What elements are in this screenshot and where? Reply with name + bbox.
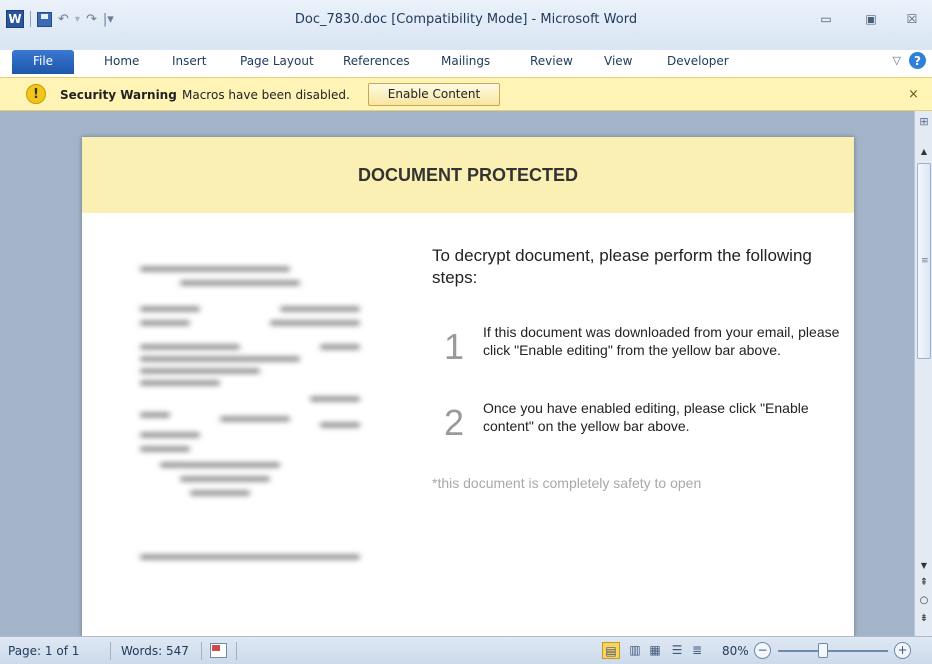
vertical-scrollbar[interactable]: ⊞ ▲ ≡ ▼ ⇞ ○ ⇟ (914, 111, 932, 636)
ribbon-tabs: File Home Insert Page Layout References … (0, 50, 932, 74)
tab-insert[interactable]: Insert (172, 50, 206, 74)
web-layout-icon[interactable]: ▦ (646, 642, 664, 659)
step-text: Once you have enabled editing, please cl… (483, 400, 809, 434)
scroll-down-arrow-icon[interactable]: ▼ (918, 561, 930, 571)
document-workspace: DOCUMENT PROTECTED To decrypt document, … (0, 111, 914, 636)
zoom-slider-track[interactable] (778, 650, 888, 652)
warning-icon: ! (26, 84, 46, 104)
document-header-banner: DOCUMENT PROTECTED (82, 137, 854, 213)
view-ruler-icon[interactable]: ⊞ (918, 115, 930, 131)
previous-page-icon[interactable]: ⇞ (918, 577, 930, 588)
security-warning-title: Security Warning (60, 88, 177, 102)
status-separator (236, 642, 237, 660)
status-separator (201, 642, 202, 660)
decrypt-instructions-intro: To decrypt document, please perform the … (432, 246, 812, 287)
enable-content-button[interactable]: Enable Content (368, 83, 500, 106)
thumb-grip-icon: ≡ (921, 256, 929, 266)
tab-mailings[interactable]: Mailings (441, 50, 490, 74)
step-number: 1 (444, 326, 465, 367)
tab-references[interactable]: References (343, 50, 410, 74)
proofing-language-icon[interactable] (210, 643, 227, 658)
zoom-slider-handle[interactable] (818, 643, 828, 658)
tab-page-layout[interactable]: Page Layout (240, 50, 314, 74)
tab-home[interactable]: Home (104, 50, 139, 74)
ribbon-right-controls: ▽ ? (893, 52, 926, 69)
outline-icon[interactable]: ☰ (668, 642, 686, 659)
zoom-level[interactable]: 80% (722, 644, 749, 658)
blurred-document-image (120, 237, 380, 587)
help-icon[interactable]: ? (909, 52, 926, 69)
safety-note: *this document is completely safety to o… (432, 475, 702, 491)
step-number: 2 (444, 402, 465, 443)
tab-view[interactable]: View (604, 50, 632, 74)
security-warning-message: Macros have been disabled. (182, 88, 350, 102)
word-count[interactable]: Words: 547 (121, 644, 189, 658)
close-icon[interactable]: ☒ (896, 8, 928, 30)
tab-review[interactable]: Review (530, 50, 573, 74)
zoom-in-icon[interactable]: + (894, 642, 911, 659)
status-separator (110, 642, 111, 660)
zoom-out-icon[interactable]: − (754, 642, 771, 659)
draft-icon[interactable]: ≣ (688, 642, 706, 659)
select-browse-object-icon[interactable]: ○ (918, 595, 930, 606)
window-title: Doc_7830.doc [Compatibility Mode] - Micr… (294, 12, 638, 27)
minimize-ribbon-icon[interactable]: ▽ (893, 54, 901, 67)
next-page-icon[interactable]: ⇟ (918, 613, 930, 624)
close-security-bar-icon[interactable]: × (908, 87, 919, 102)
document-heading: DOCUMENT PROTECTED (358, 165, 578, 185)
status-bar: Page: 1 of 1 Words: 547 ▤ ▥ ▦ ☰ ≣ 80% − … (0, 636, 932, 664)
scroll-thumb[interactable]: ≡ (917, 163, 931, 359)
instruction-step: 2 Once you have enabled editing, please … (444, 399, 844, 443)
document-page[interactable]: DOCUMENT PROTECTED To decrypt document, … (82, 137, 854, 636)
tab-developer[interactable]: Developer (667, 50, 729, 74)
restore-icon[interactable]: ▣ (855, 8, 887, 30)
step-text: If this document was downloaded from you… (483, 324, 840, 358)
page-count[interactable]: Page: 1 of 1 (8, 644, 79, 658)
print-layout-icon[interactable]: ▤ (602, 642, 620, 659)
security-warning-bar: ! Security Warning Macros have been disa… (0, 77, 932, 111)
scroll-up-arrow-icon[interactable]: ▲ (918, 147, 930, 157)
tab-file[interactable]: File (12, 50, 74, 74)
instruction-step: 1 If this document was downloaded from y… (444, 323, 844, 383)
full-screen-reading-icon[interactable]: ▥ (626, 642, 644, 659)
title-bar: W ↶ ▾ ↷ |▾ Doc_7830.doc [Compatibility M… (0, 0, 932, 50)
minimize-icon[interactable]: ▭ (810, 8, 842, 30)
